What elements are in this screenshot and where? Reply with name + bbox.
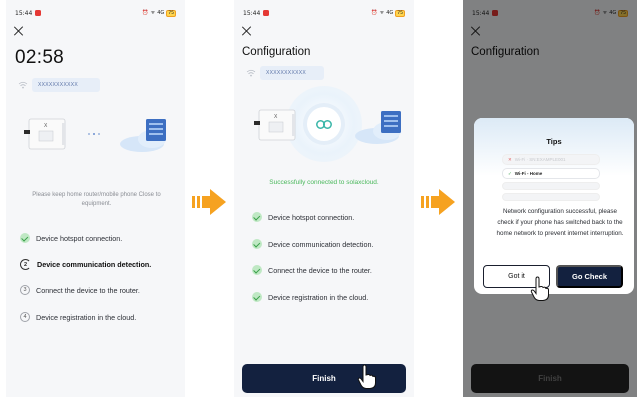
ssid-text: XXXXXXXXXXX bbox=[38, 82, 78, 88]
check-icon bbox=[252, 292, 262, 302]
proximity-hint: Please keep home router/mobile phone Clo… bbox=[32, 192, 161, 207]
dialog-title: Tips bbox=[546, 137, 562, 146]
disconnect-icon: ✕ bbox=[508, 156, 512, 162]
close-icon[interactable] bbox=[14, 26, 24, 36]
link-icon bbox=[316, 119, 332, 129]
step-label: Connect the device to the router. bbox=[268, 265, 372, 275]
step-label: Device hotspot connection. bbox=[268, 212, 355, 222]
battery-icon: 75 bbox=[166, 9, 176, 17]
countdown-timer: 02:58 bbox=[15, 47, 65, 68]
arrow-right-icon bbox=[421, 189, 455, 215]
check-icon bbox=[252, 239, 262, 249]
wifi-status-icon: ᯤ bbox=[150, 10, 156, 16]
page-title: Configuration bbox=[242, 46, 311, 58]
wifi-status-icon: ᯤ bbox=[379, 10, 385, 16]
step-hotspot: Device hotspot connection. bbox=[252, 212, 354, 222]
step-label: Device communication detection. bbox=[268, 239, 374, 249]
step-communication: Device communication detection. bbox=[252, 239, 373, 249]
inverter-device-image: X bbox=[24, 118, 66, 150]
wifi-ssid-chip: XXXXXXXXXXX bbox=[246, 66, 324, 80]
wifi-icon bbox=[246, 69, 256, 77]
tap-hand-icon bbox=[530, 276, 549, 301]
step-router: 3 Connect the device to the router. bbox=[20, 285, 140, 295]
go-check-button[interactable]: Go Check bbox=[556, 265, 623, 288]
cloud-server-icon bbox=[355, 111, 401, 144]
status-icons: ⏰ ᯤ 4G 75 bbox=[371, 9, 405, 17]
step-hotspot: Device hotspot connection. bbox=[20, 233, 122, 243]
network-label: 4G bbox=[386, 10, 394, 16]
record-icon bbox=[263, 10, 270, 16]
wifi-icon bbox=[18, 81, 28, 89]
step-label: Device hotspot connection. bbox=[36, 233, 123, 243]
alarm-icon: ⏰ bbox=[142, 10, 149, 16]
wifi-ssid-chip: XXXXXXXXXXX bbox=[18, 78, 100, 92]
wifi-list-row-device: ✕ Wi-Fi · SN:EXAMPLE001 bbox=[502, 154, 600, 165]
phone-screen-success: 15:44 ⏰ ᯤ 4G 75 Configuration XXXXXXXXXXX X bbox=[234, 0, 414, 397]
status-bar: 15:44 ⏰ ᯤ 4G 75 bbox=[15, 8, 176, 18]
cloud-server-icon bbox=[120, 119, 166, 152]
tutorial-canvas: 15:44 ⏰ ᯤ 4G 75 02:58 XXXXXXXXXXX X Plea… bbox=[0, 0, 638, 397]
wifi-row-text: Wi-Fi · SN:EXAMPLE001 bbox=[514, 157, 566, 162]
wifi-list-row-placeholder bbox=[502, 193, 600, 201]
status-time: 15:44 bbox=[243, 9, 261, 17]
check-icon bbox=[252, 212, 262, 222]
ssid-text: XXXXXXXXXXX bbox=[266, 70, 306, 76]
step-label: Device communication detection. bbox=[37, 260, 152, 269]
wifi-list-row-home: ✓ Wi-Fi - Home bbox=[502, 168, 600, 179]
step-communication: 2 Device communication detection. bbox=[20, 259, 151, 270]
step-label: Device registration in the cloud. bbox=[268, 292, 369, 302]
check-icon bbox=[20, 233, 30, 243]
step-label: Device registration in the cloud. bbox=[36, 312, 137, 322]
arrow-right-icon bbox=[192, 189, 226, 215]
loading-spinner-icon: 2 bbox=[20, 259, 31, 270]
inverter-device-image: X bbox=[254, 109, 296, 141]
step-cloud-registration: 4 Device registration in the cloud. bbox=[20, 312, 136, 322]
step-router: Connect the device to the router. bbox=[252, 265, 372, 275]
finish-button[interactable]: Finish bbox=[242, 364, 406, 393]
alarm-icon: ⏰ bbox=[371, 10, 378, 16]
phone-screen-connecting: 15:44 ⏰ ᯤ 4G 75 02:58 XXXXXXXXXXX X Plea… bbox=[6, 0, 185, 397]
dialog-message: Network configuration successful, please… bbox=[496, 208, 624, 237]
wifi-row-text: Wi-Fi - Home bbox=[514, 171, 543, 176]
tap-hand-icon bbox=[357, 364, 376, 389]
success-message: Successfully connected to solaxcloud. bbox=[269, 179, 379, 186]
status-icons: ⏰ ᯤ 4G 75 bbox=[142, 9, 176, 17]
link-badge bbox=[307, 107, 341, 141]
wifi-list-row-placeholder bbox=[502, 182, 600, 190]
check-icon bbox=[252, 265, 262, 275]
step-cloud-registration: Device registration in the cloud. bbox=[252, 292, 368, 302]
tips-dialog: Tips ✕ Wi-Fi · SN:EXAMPLE001 ✓ Wi-Fi - H… bbox=[474, 118, 634, 294]
step-label: Connect the device to the router. bbox=[36, 285, 140, 295]
step-number: 3 bbox=[20, 285, 30, 295]
battery-icon: 75 bbox=[395, 9, 405, 17]
phone-screen-tips-dialog: 15:44 ⏰ ᯤ 4G 75 Configuration Finish Tips ✕… bbox=[463, 0, 637, 397]
status-time: 15:44 bbox=[15, 9, 33, 17]
record-icon bbox=[35, 10, 42, 16]
check-icon: ✓ bbox=[508, 170, 512, 176]
status-bar: 15:44 ⏰ ᯤ 4G 75 bbox=[243, 8, 405, 18]
network-label: 4G bbox=[157, 10, 165, 16]
step-number: 4 bbox=[20, 312, 30, 322]
close-icon[interactable] bbox=[242, 26, 252, 36]
connection-dots bbox=[88, 133, 100, 135]
